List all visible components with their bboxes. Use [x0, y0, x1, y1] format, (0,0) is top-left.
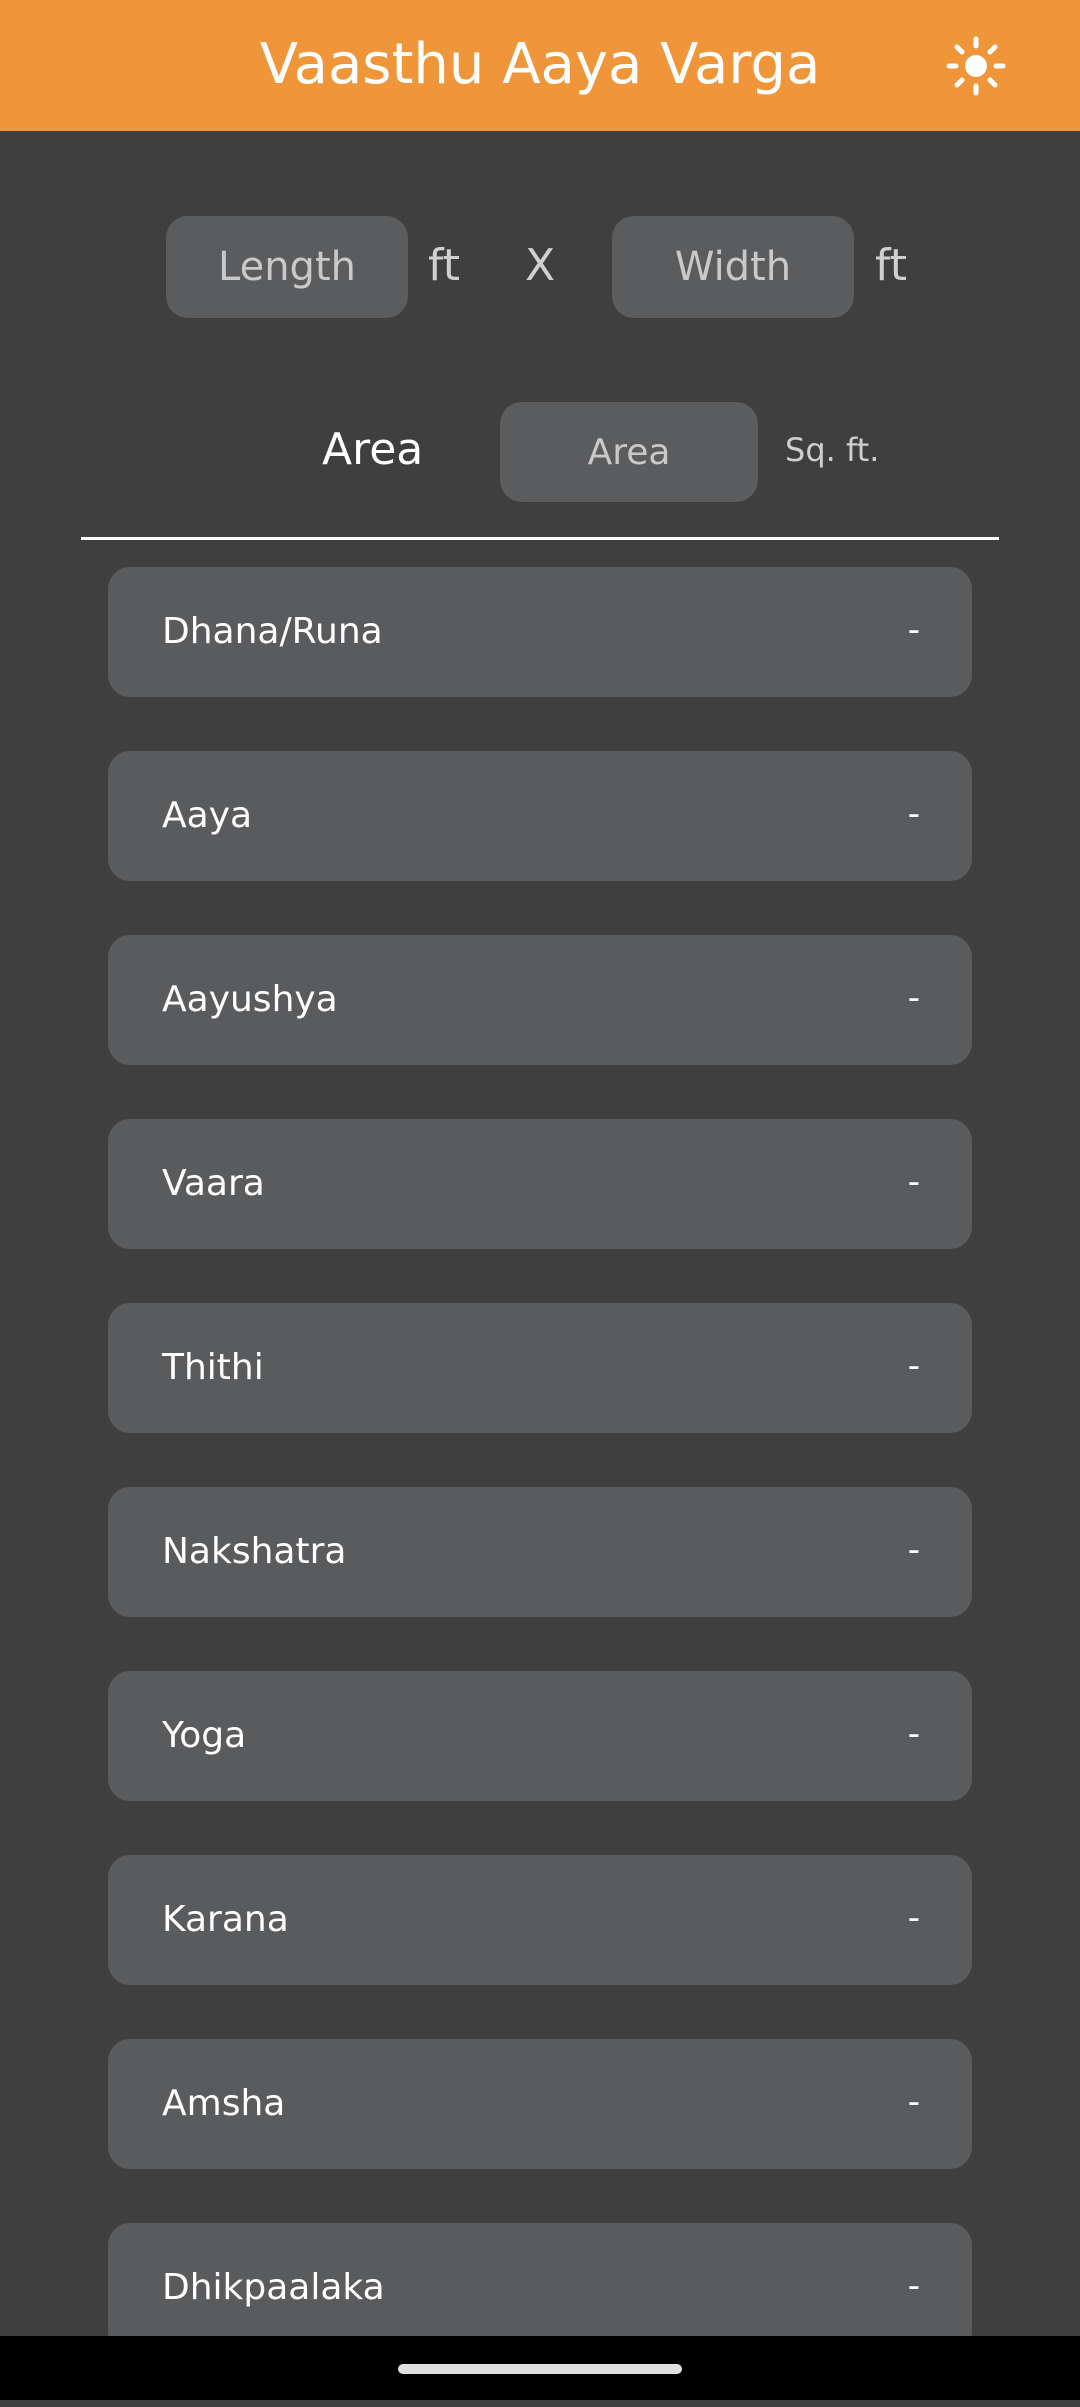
- result-value: -: [907, 1530, 920, 1570]
- area-label: Area: [322, 424, 424, 475]
- result-item-nakshatra[interactable]: Nakshatra -: [108, 1487, 972, 1617]
- app-bar: Vaasthu Aaya Varga: [0, 0, 1080, 131]
- result-item-dhikpaalaka[interactable]: Dhikpaalaka -: [108, 2223, 972, 2353]
- result-label: Vaara: [162, 1163, 265, 1204]
- result-label: Thithi: [162, 1347, 264, 1388]
- divider: [81, 537, 999, 540]
- result-label: Amsha: [162, 2083, 286, 2124]
- results-list: Dhana/Runa - Aaya - Aayushya - Vaara - T…: [108, 567, 972, 2407]
- sun-icon: [946, 36, 1006, 96]
- result-label: Dhikpaalaka: [162, 2267, 385, 2308]
- result-value: -: [907, 2082, 920, 2122]
- theme-toggle-button[interactable]: [946, 36, 1006, 96]
- result-value: -: [907, 1346, 920, 1386]
- result-value: -: [907, 794, 920, 834]
- result-item-amsha[interactable]: Amsha -: [108, 2039, 972, 2169]
- length-placeholder: Length: [218, 244, 356, 290]
- home-gesture-handle[interactable]: [398, 2364, 682, 2374]
- width-placeholder: Width: [674, 244, 792, 290]
- result-item-dhana-runa[interactable]: Dhana/Runa -: [108, 567, 972, 697]
- length-input[interactable]: Length: [166, 216, 408, 318]
- result-label: Yoga: [162, 1715, 247, 1756]
- app-title: Vaasthu Aaya Varga: [259, 32, 821, 97]
- times-symbol: X: [525, 240, 556, 291]
- result-value: -: [907, 1714, 920, 1754]
- result-value: -: [907, 1898, 920, 1938]
- result-label: Aaya: [162, 795, 253, 836]
- result-item-karana[interactable]: Karana -: [108, 1855, 972, 1985]
- result-item-aaya[interactable]: Aaya -: [108, 751, 972, 881]
- area-placeholder: Area: [587, 431, 671, 473]
- width-unit: ft: [875, 240, 907, 291]
- result-item-thithi[interactable]: Thithi -: [108, 1303, 972, 1433]
- result-label: Aayushya: [162, 979, 338, 1020]
- result-item-aayushya[interactable]: Aayushya -: [108, 935, 972, 1065]
- result-item-vaara[interactable]: Vaara -: [108, 1119, 972, 1249]
- result-label: Dhana/Runa: [162, 611, 383, 652]
- result-label: Karana: [162, 1899, 289, 1940]
- system-navigation-bar: [0, 2336, 1080, 2400]
- area-input[interactable]: Area: [500, 402, 758, 502]
- result-value: -: [907, 1162, 920, 1202]
- length-unit: ft: [428, 240, 460, 291]
- result-label: Nakshatra: [162, 1531, 347, 1572]
- result-value: -: [907, 610, 920, 650]
- result-value: -: [907, 2266, 920, 2306]
- area-unit: Sq. ft.: [785, 431, 880, 469]
- width-input[interactable]: Width: [612, 216, 854, 318]
- result-item-yoga[interactable]: Yoga -: [108, 1671, 972, 1801]
- result-value: -: [907, 978, 920, 1018]
